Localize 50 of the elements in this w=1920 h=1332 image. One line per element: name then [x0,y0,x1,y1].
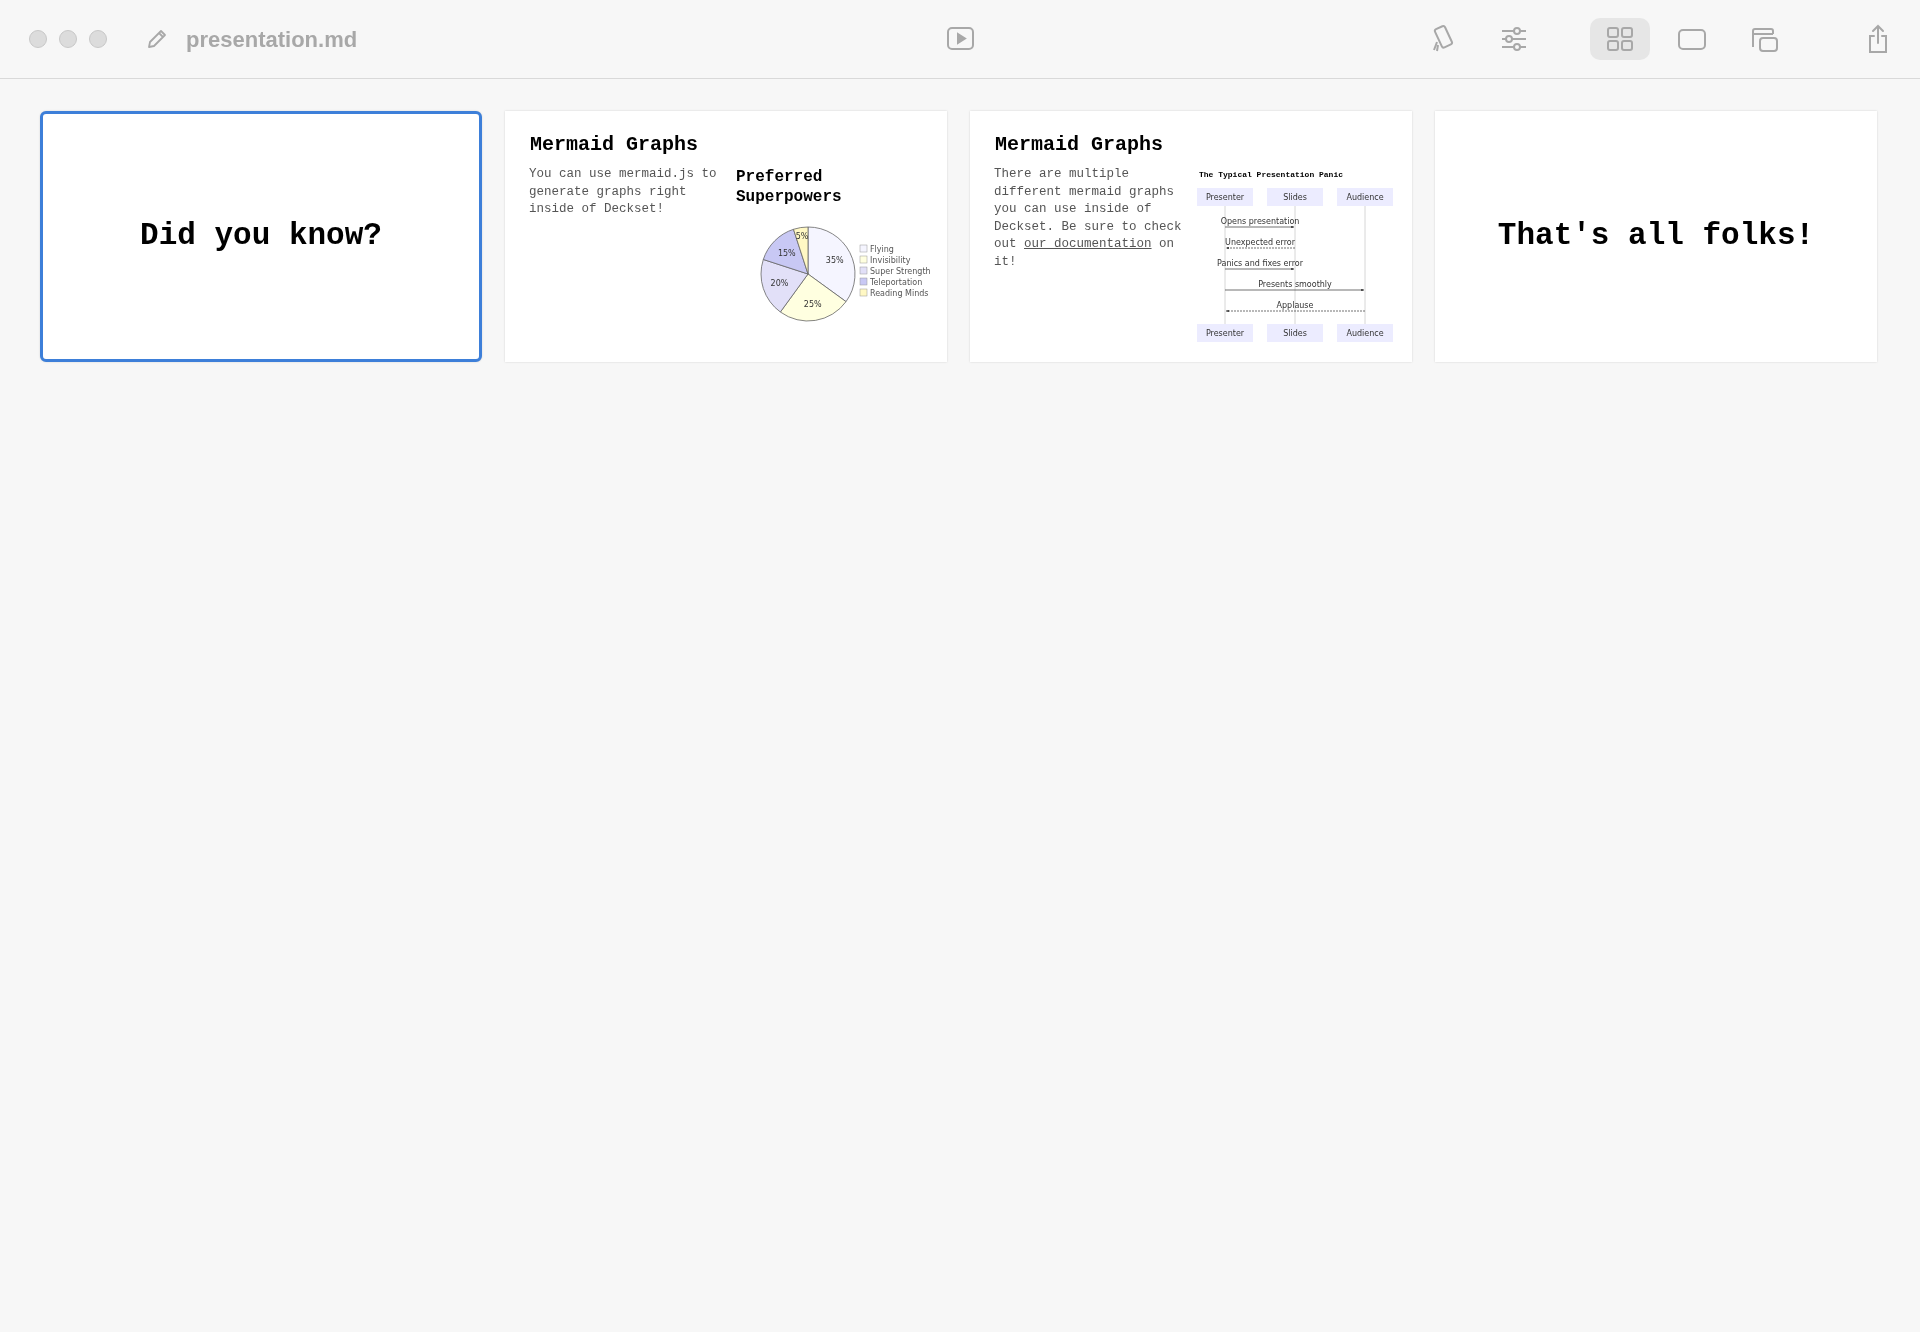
slide-title: That's all folks! [1497,217,1815,256]
slide-thumbnail[interactable]: Mermaid Graphs You can use mermaid.js to generate graphs right inside of Deckset! Preferred Superpowers 35% 25% 20% 15% 5% Flying Invisibility Super Strength Teleportation Reading Minds [505,111,947,362]
slice-label: Flying [870,245,894,254]
window-title: presentation.md [186,25,358,54]
message-label: Opens presentation [1220,217,1300,226]
share-icon[interactable] [1866,24,1890,54]
legend-item: Flying [859,244,894,254]
slide-thumbnail[interactable] [970,111,1412,362]
grid-view-icon[interactable] [1606,25,1634,53]
slide-thumbnail[interactable]: That's all folks! [1435,111,1877,362]
slide-text: There are multiple different mermaid graphs you can use inside of Deckset. Be sure to check out our documentation on it! [994,166,1183,271]
close-button[interactable] [29,30,47,48]
legend-label: Reading Minds [870,289,929,298]
documentation-link[interactable]: our documentation [1024,237,1152,251]
slice-label: 35% [825,256,844,266]
presenter-view-icon[interactable] [1750,25,1778,53]
sliders-icon[interactable] [1500,26,1528,52]
play-icon[interactable] [947,27,974,50]
legend-item: Super Strength [859,266,931,276]
slide-title: Mermaid Graphs [530,132,699,158]
slide-title: Did you know? [140,217,382,256]
slice-label: 15% [777,248,796,258]
participant-box: Presenter [1197,188,1253,206]
message-label: Unexpected error [1225,238,1295,247]
legend-label: Teleportation [869,278,923,287]
grid-view-button[interactable] [1590,18,1650,60]
legend-item: Teleportation [859,277,923,287]
legend-item: Reading Minds [859,288,929,298]
legend-label: Super Strength [870,267,931,276]
legend-label: Invisibility [870,256,911,265]
participant-box: Slides [1267,324,1323,342]
legend-item: Invisibility [859,255,911,265]
message-label: Presents smoothly [1258,280,1332,289]
participant-box: Audience [1337,324,1393,342]
slice-label: 25% [803,299,822,309]
minimize-button[interactable] [59,30,77,48]
participant-box: Audience [1337,188,1393,206]
zoom-button[interactable] [89,30,107,48]
slide-title: Mermaid Graphs [995,132,1164,158]
slice-label: 5% [795,232,809,242]
message-label: Panics and fixes error [1217,259,1303,268]
slice-label: 20% [770,279,789,289]
participant-box: Presenter [1197,324,1253,342]
slide-thumbnail[interactable]: Did you know? [40,111,482,362]
slide-text: You can use mermaid.js to generate graphs right inside of Deckset! [529,166,718,218]
chart-title: Preferred Superpowers [736,167,843,207]
diagram-title: The Typical Presentation Panic [1199,169,1344,181]
message-label: Applause [1276,301,1314,310]
participant-box: Slides [1267,188,1323,206]
pencil-icon[interactable] [145,27,169,51]
